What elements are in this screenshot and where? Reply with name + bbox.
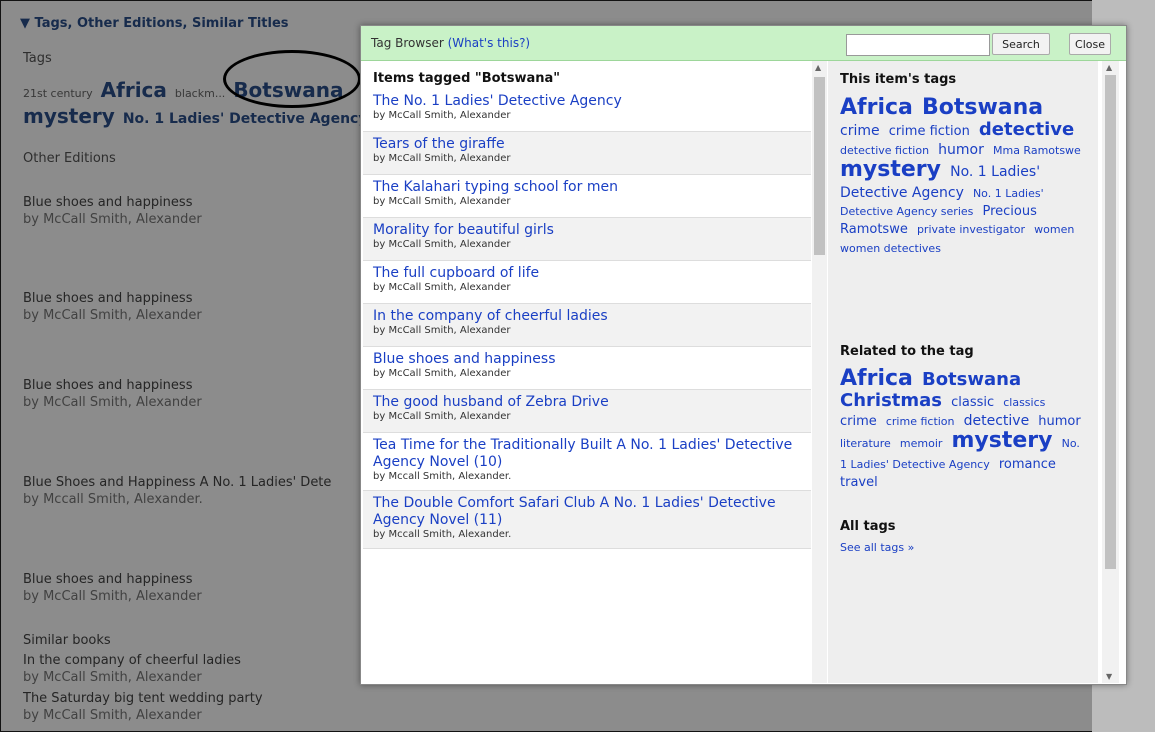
tag-link[interactable]: detective fiction [840, 144, 929, 157]
tag-link[interactable]: detective [979, 119, 1074, 140]
item-title-link[interactable]: The full cupboard of life [373, 265, 801, 282]
list-item[interactable]: Blue shoes and happiness by McCall Smith,… [363, 347, 811, 390]
tag-link[interactable]: Africa [840, 366, 913, 391]
list-item[interactable]: In the company of cheerful ladies by McCa… [363, 304, 811, 347]
tag-link[interactable]: Botswana [922, 95, 1043, 120]
tag-link[interactable]: Mma Ramotswe [993, 144, 1081, 157]
search-button[interactable]: Search [992, 33, 1050, 55]
item-author: by McCall Smith, Alexander [373, 196, 511, 207]
tag-link[interactable]: Africa [840, 95, 913, 120]
item-title-link[interactable]: The Kalahari typing school for men [373, 179, 801, 196]
item-title-link[interactable]: Tears of the giraffe [373, 136, 801, 153]
tag-link[interactable]: crime [840, 123, 880, 139]
tag-link[interactable]: humor [938, 142, 984, 158]
sidebar-scrollbar-thumb[interactable] [1105, 75, 1116, 569]
item-title-link[interactable]: In the company of cheerful ladies [373, 308, 801, 325]
tag-link[interactable]: memoir [900, 437, 943, 450]
item-title-link[interactable]: The Double Comfort Safari Club A No. 1 L… [373, 495, 801, 529]
item-title-link[interactable]: Tea Time for the Traditionally Built A N… [373, 437, 801, 471]
related-tags-cloud: Africa Botswana Christmas classic classi… [840, 366, 1090, 490]
tag-link[interactable]: literature [840, 437, 891, 450]
list-heading: Items tagged "Botswana" [373, 71, 561, 86]
tag-link[interactable]: crime fiction [886, 415, 955, 428]
list-scrollbar[interactable]: ▲ [812, 61, 827, 683]
item-author: by McCall Smith, Alexander [373, 153, 511, 164]
tags-sidebar: This item's tags Africa Botswana crime c… [828, 61, 1098, 683]
tag-link[interactable]: Christmas [840, 390, 942, 411]
tag-link[interactable]: travel [840, 475, 878, 490]
tag-browser-dialog: Tag Browser (What's this?) Search Close … [360, 25, 1127, 685]
item-author: by McCall Smith, Alexander [373, 368, 511, 379]
tag-link[interactable]: crime [840, 414, 877, 429]
item-title-link[interactable]: The good husband of Zebra Drive [373, 394, 801, 411]
item-title-link[interactable]: Morality for beautiful girls [373, 222, 801, 239]
list-item[interactable]: The full cupboard of life by McCall Smith… [363, 261, 811, 304]
tag-link[interactable]: women [1034, 223, 1074, 236]
tag-search-input[interactable] [846, 34, 990, 56]
tag-link[interactable]: crime fiction [889, 124, 970, 139]
tag-link[interactable]: detective [964, 413, 1030, 429]
tag-link[interactable]: romance [999, 457, 1056, 472]
dialog-title: Tag Browser (What's this?) [371, 36, 530, 50]
tag-link[interactable]: mystery [840, 157, 941, 182]
list-item[interactable]: The Double Comfort Safari Club A No. 1 L… [363, 491, 811, 549]
whats-this-link[interactable]: (What's this?) [448, 36, 531, 50]
close-button[interactable]: Close [1069, 33, 1111, 55]
list-item[interactable]: Tears of the giraffe by McCall Smith, Ale… [363, 132, 811, 175]
list-item[interactable]: The No. 1 Ladies' Detective Agency by McC… [363, 89, 811, 132]
list-item[interactable]: Tea Time for the Traditionally Built A N… [363, 433, 811, 491]
item-title-link[interactable]: The No. 1 Ladies' Detective Agency [373, 93, 801, 110]
all-tags-heading: All tags [840, 519, 896, 534]
scroll-down-icon[interactable]: ▼ [1106, 672, 1112, 681]
item-tags-heading: This item's tags [840, 72, 957, 87]
tag-link[interactable]: Botswana [922, 369, 1021, 390]
see-all-tags-link[interactable]: See all tags » [840, 541, 914, 554]
tagged-items-list: Items tagged "Botswana" The No. 1 Ladies… [363, 61, 811, 683]
item-author: by McCall Smith, Alexander [373, 411, 511, 422]
tag-link[interactable]: women detectives [840, 242, 941, 255]
item-author: by McCall Smith, Alexander [373, 325, 511, 336]
highlight-ellipse [223, 50, 361, 108]
sidebar-scrollbar[interactable]: ▲ ▼ [1102, 61, 1119, 683]
item-tags-cloud: Africa Botswana crime crime fiction dete… [840, 95, 1090, 255]
tag-link[interactable]: classics [1003, 396, 1045, 409]
dialog-header: Tag Browser (What's this?) Search Close [361, 26, 1126, 61]
dialog-title-text: Tag Browser [371, 36, 444, 50]
item-author: by McCall Smith, Alexander [373, 110, 511, 121]
item-title-link[interactable]: Blue shoes and happiness [373, 351, 801, 368]
item-author: by McCall Smith, Alexander [373, 282, 511, 293]
list-item[interactable]: Morality for beautiful girls by McCall Sm… [363, 218, 811, 261]
related-heading: Related to the tag [840, 344, 974, 359]
tag-link[interactable]: mystery [952, 428, 1053, 453]
item-author: by McCall Smith, Alexander [373, 239, 511, 250]
list-item[interactable]: The Kalahari typing school for men by McC… [363, 175, 811, 218]
scroll-up-icon[interactable]: ▲ [815, 63, 821, 72]
list-scrollbar-thumb[interactable] [814, 77, 825, 255]
item-author: by Mccall Smith, Alexander. [373, 529, 512, 540]
tag-link[interactable]: classic [951, 395, 994, 410]
item-author: by Mccall Smith, Alexander. [373, 471, 512, 482]
tag-link[interactable]: private investigator [917, 223, 1025, 236]
tag-link[interactable]: humor [1038, 414, 1080, 429]
list-item[interactable]: The good husband of Zebra Drive by McCall… [363, 390, 811, 433]
scroll-up-icon[interactable]: ▲ [1106, 63, 1112, 72]
